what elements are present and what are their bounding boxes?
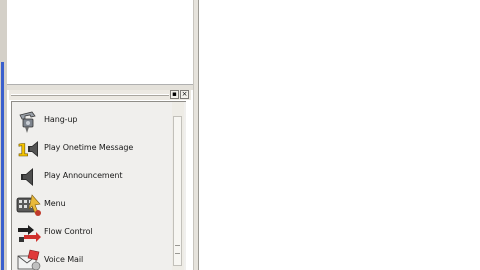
component-palette: Hang-up 1 Play Onetime Message Play Anno…	[11, 101, 186, 270]
palette-item-flow-control[interactable]: Flow Control	[16, 220, 174, 246]
palette-item-label: Play Onetime Message	[44, 143, 134, 152]
palette-header: ▪ ×	[9, 90, 191, 100]
palette-item-play-onetime-message[interactable]: 1 Play Onetime Message	[16, 136, 174, 162]
palette-grip[interactable]	[11, 94, 169, 96]
close-icon: ×	[181, 90, 188, 98]
palette-item-menu[interactable]: Menu	[16, 192, 174, 218]
close-button[interactable]: ×	[180, 90, 189, 99]
window-left-edge	[0, 0, 7, 270]
flow-control-icon	[18, 225, 41, 242]
play-onetime-message-icon: 1	[17, 141, 38, 161]
speaker-icon	[21, 168, 33, 186]
pin-icon: ▪	[172, 90, 177, 98]
pin-button[interactable]: ▪	[170, 90, 179, 99]
voice-mail-icon	[17, 249, 41, 270]
scrollbar-grip-icon	[175, 245, 180, 254]
left-accent-bar	[1, 62, 4, 270]
palette-item-label: Hang-up	[44, 115, 78, 124]
palette-scrollbar[interactable]	[172, 102, 184, 270]
scrollbar-thumb[interactable]	[173, 116, 182, 266]
upper-pane[interactable]	[7, 0, 194, 85]
palette-item-label: Menu	[44, 199, 66, 208]
palette-item-label: Flow Control	[44, 227, 93, 236]
vertical-splitter[interactable]	[193, 0, 199, 270]
palette-item-label: Play Announcement	[44, 171, 123, 180]
keypad-menu-icon	[16, 194, 41, 216]
application-window: ▪ × Hang-up 1 Play Onetime Message Play …	[0, 0, 480, 270]
svg-text:1: 1	[17, 141, 29, 161]
palette-item-voice-mail[interactable]: Voice Mail	[16, 248, 174, 270]
palette-item-hang-up[interactable]: Hang-up	[16, 108, 174, 134]
hang-up-phone-icon	[19, 111, 36, 133]
palette-item-play-announcement[interactable]: Play Announcement	[16, 164, 174, 190]
palette-item-label: Voice Mail	[44, 255, 84, 264]
